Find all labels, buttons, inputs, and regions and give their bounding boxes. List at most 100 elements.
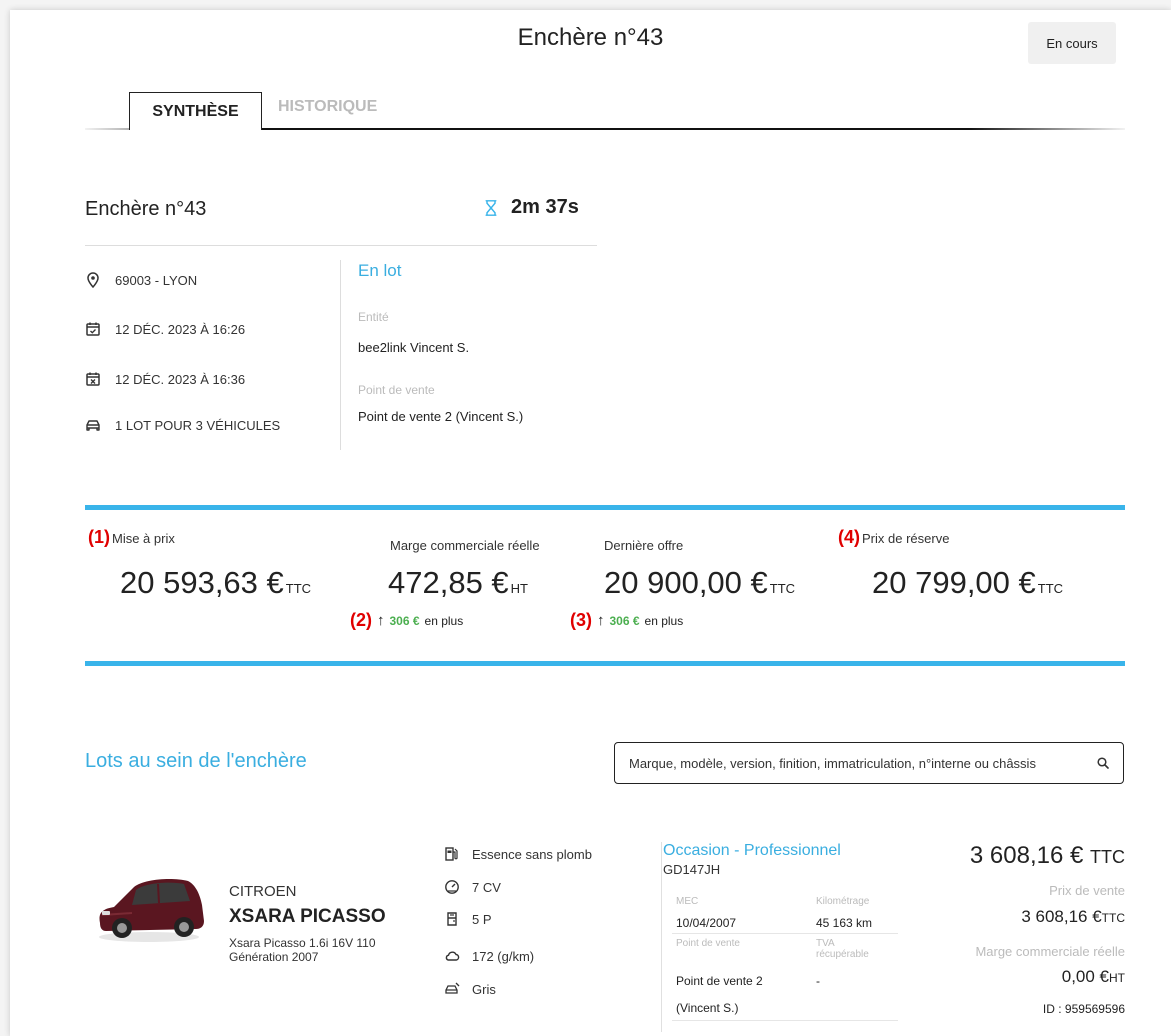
offer-pos-label: Point de vente [676,938,740,949]
calendar-check-icon [86,322,100,336]
sale-price-label: Prix de vente [1049,883,1125,898]
delta-suffix: en plus [644,613,684,628]
margin-value: 0,00 €HT [1062,967,1125,987]
start-date-row: 12 DÉC. 2023 À 16:26 [85,321,245,337]
tva-value: - [816,974,820,988]
kpi-opening-price: 20 593,63 € TTC [120,565,311,601]
sale-price-value: 3 608,16 €TTC [1021,907,1125,927]
vehicle-model[interactable]: XSARA PICASSO [229,906,386,928]
price-unit: TTC [1101,911,1125,925]
mec-value: 10/04/2007 [676,916,737,930]
hourglass-icon [485,199,497,216]
tab-historique[interactable]: HISTORIQUE [278,98,377,116]
price-unit: TTC [1090,847,1125,867]
price-value: 3 608,16 € [969,842,1084,869]
lots-count-text: 1 LOT POUR 3 VÉHICULES [115,417,281,433]
divider [85,245,597,246]
delta-value: 306 € [609,613,640,628]
start-date-text: 12 DÉC. 2023 À 16:26 [115,321,246,337]
offer-pos-value-line2: (Vincent S.) [676,1001,739,1015]
entity-label: Entité [358,310,389,324]
end-date-row: 12 DÉC. 2023 À 16:36 [85,371,245,387]
car-icon [86,420,100,431]
cloud-icon [445,951,460,961]
lots-count-row: 1 LOT POUR 3 VÉHICULES [85,417,280,433]
spec-power-text: 7 CV [472,879,501,895]
spec-power: 7 CV [444,879,501,895]
tva-label-line: TVA [816,938,835,949]
kpi-last-offer-delta: (3) ↑ 306 € en plus [570,610,683,631]
delta-suffix: en plus [424,613,464,628]
spec-co2: 172 (g/km) [444,948,534,964]
tab-synthese[interactable]: SYNTHÈSE [129,92,262,130]
spec-fuel-text: Essence sans plomb [472,846,592,862]
paint-car-icon [445,982,460,994]
spec-fuel: Essence sans plomb [444,846,592,862]
kpi-value: 472,85 € [388,565,509,600]
annotation-marker: (2) [350,610,372,630]
margin-label: Marge commerciale réelle [975,944,1125,959]
kpi-label: Marge commerciale réelle [390,538,540,553]
offer-pos-value: Point de vente 2 [676,974,763,988]
offer-type: Occasion - Professionnel [663,842,841,859]
annotation-marker: (1) [88,527,110,547]
registration-plate: GD147JH [663,862,721,877]
spec-co2-text: 172 (g/km) [472,948,535,964]
countdown-timer: 2m 37s [483,196,579,219]
km-label: Kilométrage [816,896,870,907]
kpi-label-row-1: (1) Mise à prix [88,527,175,548]
annotation-marker: (3) [570,610,592,630]
fuel-pump-icon [445,847,458,861]
kpi-last-offer: 20 900,00 € TTC [604,565,795,601]
price-value: 3 608,16 € [1021,907,1102,926]
kpi-unit: HT [510,581,529,596]
divider [672,933,898,934]
pos-label: Point de vente [358,383,435,397]
version-line: Génération 2007 [229,950,319,964]
entity-value: bee2link Vincent S. [358,340,470,355]
search-placeholder: Marque, modèle, version, finition, immat… [629,755,1036,771]
vehicle-image[interactable] [92,865,207,945]
kpi-unit: TTC [285,581,312,596]
search-icon[interactable] [1097,757,1109,769]
mec-label: MEC [676,896,699,907]
price-unit: HT [1109,971,1125,985]
pos-value: Point de vente 2 (Vincent S.) [358,409,524,424]
kpi-unit: TTC [769,581,796,596]
spec-doors-text: 5 P [472,911,492,927]
calendar-x-icon [86,372,100,386]
vehicle-make: CITROEN [229,883,297,900]
divider [340,260,341,450]
vehicle-price: 3 608,16 € TTC [970,842,1125,870]
kpi-label: Dernière offre [604,538,684,553]
kpi-reserve-price: 20 799,00 € TTC [872,565,1063,601]
kpi-margin-delta: (2) ↑ 306 € en plus [350,610,463,631]
status-button[interactable]: En cours [1028,22,1116,64]
arrow-up-icon: ↑ [597,612,605,629]
gauge-icon [445,880,459,894]
spec-color: Gris [444,981,496,997]
summary-title: Enchère n°43 [85,198,207,220]
lots-section-title: Lots au sein de l'enchère [85,750,307,772]
vehicle-id: ID : 959569596 [1042,1002,1125,1016]
kpi-margin: 472,85 € HT [388,565,528,601]
page-title: Enchère n°43 [517,24,664,51]
end-date-text: 12 DÉC. 2023 À 16:36 [115,371,246,387]
kpi-label: Mise à prix [112,531,175,546]
kpi-bar-top [85,505,1125,510]
location-row: 69003 - LYON [85,272,197,288]
location-pin-icon [87,272,99,288]
spec-doors: 5 P [444,911,492,927]
divider [672,1020,898,1021]
kpi-label: Prix de réserve [862,531,950,546]
kpi-value: 20 593,63 € [120,565,284,600]
delta-value: 306 € [389,613,420,628]
vehicle-version: Xsara Picasso 1.6i 16V 110 Génération 20… [229,936,409,964]
kpi-unit: TTC [1037,581,1064,596]
annotation-marker: (4) [838,527,860,547]
lots-search-input[interactable]: Marque, modèle, version, finition, immat… [614,742,1124,784]
kpi-value: 20 799,00 € [872,565,1036,600]
tva-label: TVA récupérable [816,938,869,960]
km-value: 45 163 km [816,916,873,930]
arrow-up-icon: ↑ [377,612,385,629]
